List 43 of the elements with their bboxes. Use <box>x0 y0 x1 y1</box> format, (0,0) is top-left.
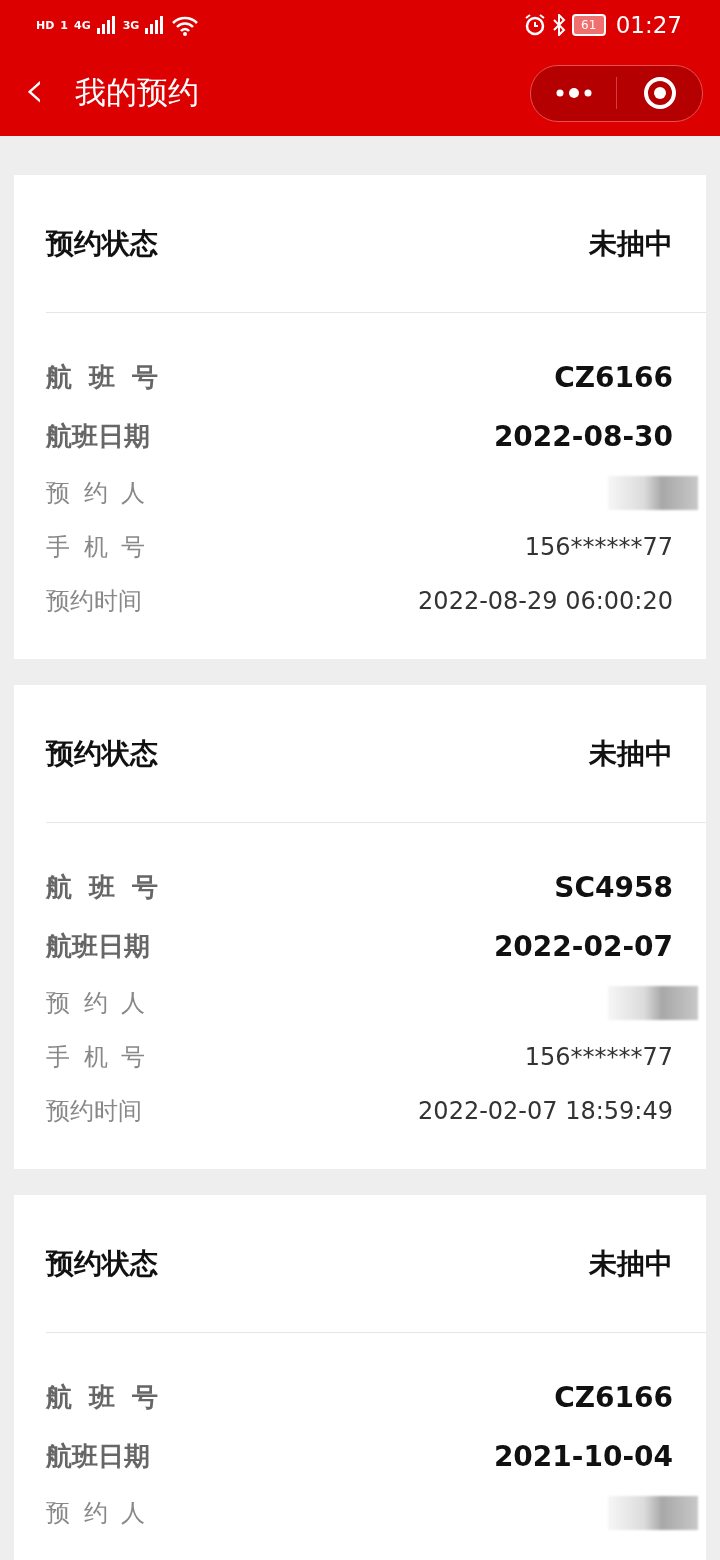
status-text: 3G <box>122 18 140 32</box>
field-value: 2022-08-30 <box>493 420 673 453</box>
field-label: 手 机 号 <box>46 1042 146 1073</box>
field-label: 预 约 人 <box>46 988 146 1019</box>
field-label: 航 班 号 <box>46 361 159 394</box>
field-value: 2022-02-07 <box>493 930 673 963</box>
status-label: 预约状态 <box>46 1245 158 1282</box>
status-value: 未抽中 <box>589 735 673 772</box>
field-label: 预约时间 <box>46 1096 142 1127</box>
field-value: 2022-02-07 18:59:49 <box>418 1097 673 1125</box>
status-label: 预约状态 <box>46 225 158 262</box>
battery-icon: 61 <box>571 14 606 36</box>
field-value: CZ6166 <box>554 1381 673 1414</box>
back-button[interactable]: ‹ <box>24 63 45 115</box>
field-label: 航 班 号 <box>46 1381 159 1414</box>
field-label: 航班日期 <box>46 420 150 453</box>
field-value: 156******77 <box>524 533 673 561</box>
page-title: 我的预约 <box>74 73 200 112</box>
field-label: 航 班 号 <box>46 871 159 904</box>
signal-icon <box>145 16 166 34</box>
more-icon[interactable] <box>554 87 593 99</box>
status-text: HD <box>36 18 55 32</box>
clock-time: 01:27 <box>615 12 682 38</box>
field-label: 航班日期 <box>46 930 150 963</box>
bluetooth-icon <box>551 14 566 36</box>
status-value: 未抽中 <box>589 225 673 262</box>
status-text: 4G <box>74 18 91 32</box>
alarm-icon <box>523 14 546 36</box>
field-label: 预 约 人 <box>46 1498 146 1529</box>
field-value: 2022-08-29 06:00:20 <box>418 587 673 615</box>
field-label: 航班日期 <box>46 1440 150 1473</box>
close-icon[interactable] <box>642 76 677 110</box>
status-value: 未抽中 <box>589 1245 673 1282</box>
status-label: 预约状态 <box>46 735 158 772</box>
field-value: SC4958 <box>554 871 673 904</box>
signal-icon <box>96 16 117 34</box>
field-label: 预 约 人 <box>46 478 146 509</box>
status-text: 1 <box>60 18 68 32</box>
field-value: 156******77 <box>524 1043 673 1071</box>
field-value: CZ6166 <box>554 361 673 394</box>
field-value: 2021-10-04 <box>493 1440 673 1473</box>
field-label: 手 机 号 <box>46 532 146 563</box>
field-label: 预约时间 <box>46 586 142 617</box>
